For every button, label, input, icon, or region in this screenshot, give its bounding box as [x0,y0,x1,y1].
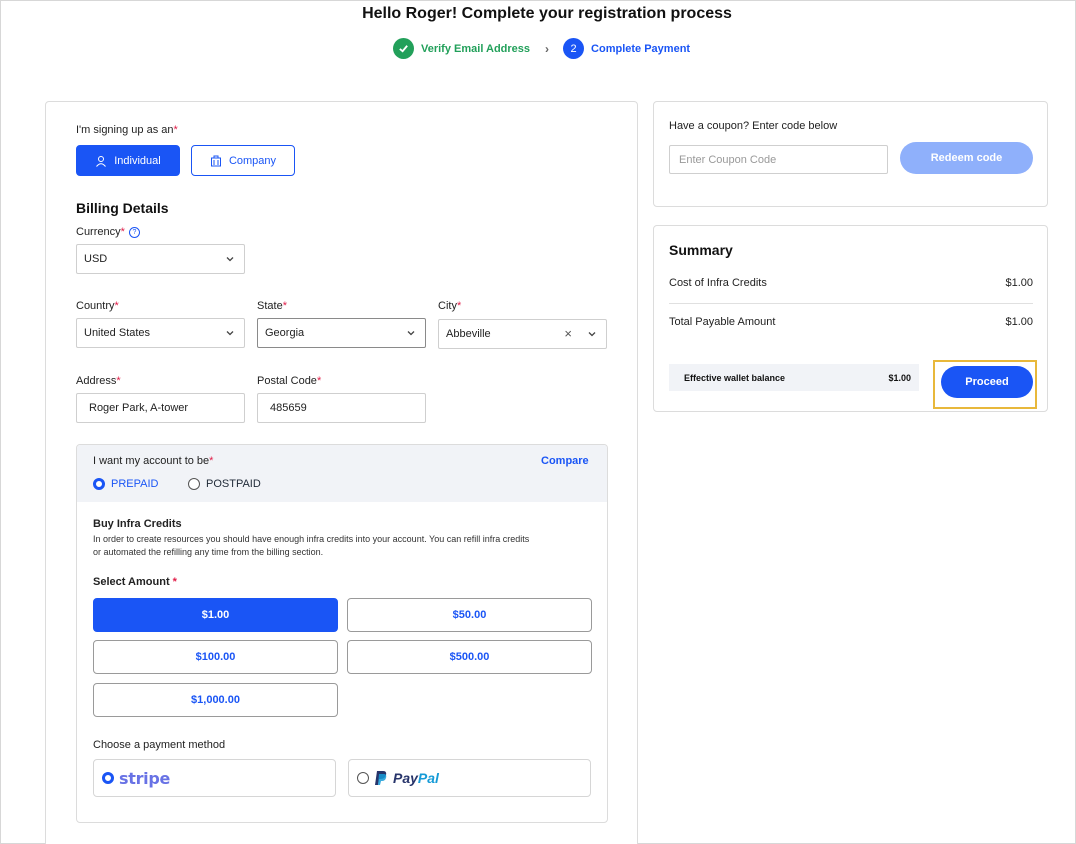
check-icon [393,38,414,59]
city-value: Abbeville [446,328,491,340]
prepaid-label: PREPAID [111,478,159,490]
building-icon [210,155,221,166]
chevron-right-icon: › [545,41,550,56]
chevron-down-icon [588,332,596,337]
chevron-down-icon [407,331,415,336]
summary-row-cost: Cost of Infra Credits $1.00 [669,277,1033,289]
chevron-down-icon [226,257,234,262]
coupon-input[interactable]: Enter Coupon Code [669,145,888,174]
registration-stepper: Verify Email Address › 2 Complete Paymen… [393,38,690,59]
help-icon[interactable]: ? [128,226,140,238]
wallet-balance-value: $1.00 [888,372,911,383]
paypal-logo: PayPal [393,770,439,786]
coupon-label: Have a coupon? Enter code below [669,120,838,132]
amount-option-100[interactable]: $100.00 [93,640,338,674]
postpaid-radio[interactable] [188,478,200,490]
currency-value: USD [84,253,108,265]
state-label: State* [257,300,287,312]
summary-card: Summary Cost of Infra Credits $1.00 Tota… [653,225,1048,412]
account-type-header [77,445,607,502]
infra-credits-title: Buy Infra Credits [93,518,182,530]
chevron-down-icon [226,331,234,336]
step-verify-email: Verify Email Address [421,42,531,55]
country-select[interactable]: United States [76,318,245,348]
account-type-label: I want my account to be* [93,455,214,467]
summary-row-total: Total Payable Amount $1.00 [669,316,1033,328]
signup-type-label: I'm signing up as an* [76,124,178,136]
summary-row-label: Cost of Infra Credits [669,277,767,289]
page-title: Hello Roger! Complete your registration … [362,5,732,22]
postal-code-input[interactable]: 485659 [257,393,426,423]
clear-icon[interactable]: × [564,326,572,341]
prepaid-radio[interactable] [93,478,105,490]
user-icon [96,155,107,167]
postal-code-value: 485659 [270,402,307,414]
country-label: Country* [76,300,119,312]
individual-label: Individual [114,154,161,167]
company-button[interactable]: Company [191,145,295,176]
state-select[interactable]: Georgia [257,318,426,348]
paypal-option[interactable]: PayPal [348,759,591,797]
payment-method-label: Choose a payment method [93,739,226,751]
city-label: City* [438,300,462,312]
postpaid-label: POSTPAID [206,478,261,490]
proceed-highlight: Proceed [933,360,1037,409]
compare-link[interactable]: Compare [541,455,589,467]
proceed-button[interactable]: Proceed [941,366,1033,398]
individual-button[interactable]: Individual [76,145,180,176]
amount-option-50[interactable]: $50.00 [347,598,592,632]
stripe-option[interactable]: stripe [93,759,336,797]
wallet-balance-label: Effective wallet balance [684,372,786,383]
city-select[interactable]: Abbeville × [438,319,607,349]
state-value: Georgia [265,327,305,339]
paypal-radio[interactable] [357,772,369,784]
wallet-balance-bar: Effective wallet balance $1.00 [669,364,919,391]
stripe-logo: stripe [119,768,171,788]
redeem-code-button[interactable]: Redeem code [900,142,1033,174]
country-value: United States [84,327,151,339]
summary-row-value: $1.00 [1005,316,1033,328]
postal-code-label: Postal Code* [257,375,322,387]
billing-details-title: Billing Details [76,200,169,216]
step-complete-payment: Complete Payment [591,42,691,55]
coupon-card: Have a coupon? Enter code below Enter Co… [653,101,1048,207]
currency-label: Currency*? [76,226,140,238]
divider [669,303,1033,304]
select-amount-label: Select Amount * [93,576,177,588]
company-label: Company [228,154,277,167]
address-input[interactable]: Roger Park, A-tower [76,393,245,423]
amount-option-500[interactable]: $500.00 [347,640,592,674]
amount-option-1000[interactable]: $1,000.00 [93,683,338,717]
registration-form-card: I'm signing up as an* Individual Company… [45,101,638,844]
address-label: Address* [76,375,121,387]
paypal-icon [375,771,387,785]
stripe-radio[interactable] [102,772,114,784]
currency-select[interactable]: USD [76,244,245,274]
infra-credits-description-line1: In order to create resources you should … [93,534,530,544]
step-number-badge: 2 [563,38,585,59]
summary-row-label: Total Payable Amount [669,316,776,328]
infra-credits-description-line2: or automated the refilling any time from… [93,547,324,557]
address-value: Roger Park, A-tower [89,402,189,414]
amount-option-1[interactable]: $1.00 [93,598,338,632]
summary-title: Summary [669,242,733,258]
account-type-section: I want my account to be* Compare PREPAID… [76,444,608,823]
summary-row-value: $1.00 [1005,277,1033,289]
